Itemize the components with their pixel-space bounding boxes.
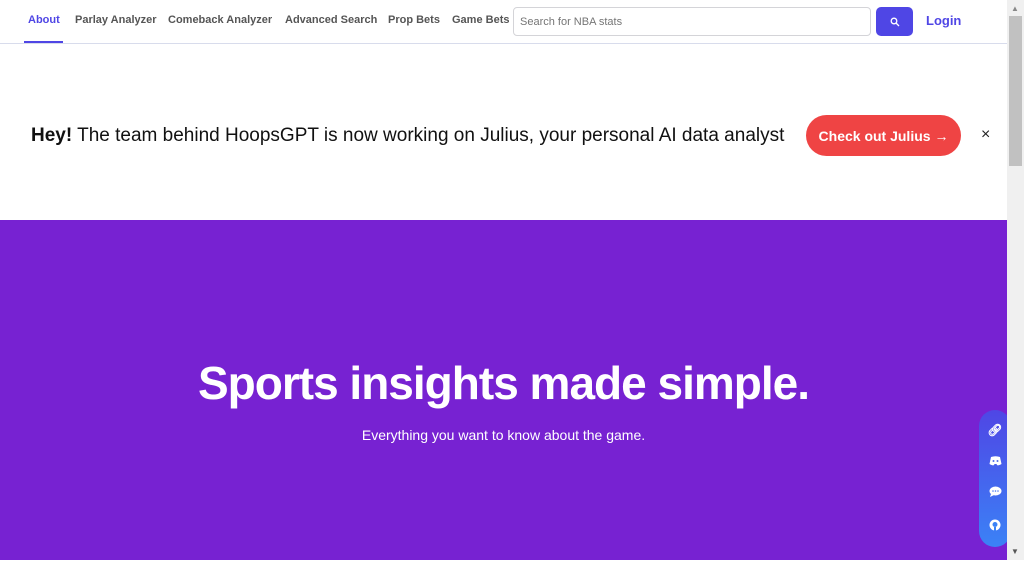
hero-section: Sports insights made simple. Everything … — [0, 220, 1007, 560]
nav-game-bets[interactable]: Game Bets — [452, 14, 509, 26]
search-button[interactable] — [876, 7, 913, 36]
scrollbar[interactable]: ▲ ▼ — [1007, 0, 1024, 560]
check-out-julius-button[interactable]: Check out Julius → — [806, 115, 961, 156]
nav-comeback-analyzer[interactable]: Comeback Analyzer — [168, 14, 272, 26]
hero-title: Sports insights made simple. — [197, 357, 810, 409]
hero-subtitle: Everything you want to know about the ga… — [361, 427, 646, 443]
nav-about[interactable]: About — [28, 14, 60, 26]
discord-icon[interactable] — [989, 455, 1002, 469]
chat-icon[interactable] — [989, 486, 1002, 501]
banner-text: The team behind HoopsGPT is now working … — [72, 125, 785, 146]
search-icon — [890, 17, 899, 26]
github-icon[interactable] — [989, 519, 1001, 534]
nav-prop-bets[interactable]: Prop Bets — [388, 14, 440, 26]
scroll-down-icon[interactable]: ▼ — [1011, 547, 1019, 556]
scroll-up-icon[interactable]: ▲ — [1011, 4, 1019, 13]
nav-parlay-analyzer[interactable]: Parlay Analyzer — [75, 14, 157, 26]
page: About Parlay Analyzer Comeback Analyzer … — [0, 0, 1007, 560]
search-input[interactable] — [513, 7, 871, 36]
banner-hey: Hey! — [31, 125, 73, 146]
login-link[interactable]: Login — [926, 13, 961, 28]
banner-message: Hey! The team behind HoopsGPT is now wor… — [31, 125, 784, 147]
link-icon[interactable]: 🔗︎ — [987, 423, 1002, 437]
scrollbar-thumb[interactable] — [1009, 16, 1022, 166]
active-tab-underline — [24, 41, 63, 43]
nav-advanced-search[interactable]: Advanced Search — [285, 14, 377, 26]
close-banner-icon[interactable]: × — [981, 126, 990, 144]
top-nav: About Parlay Analyzer Comeback Analyzer … — [0, 0, 1007, 44]
